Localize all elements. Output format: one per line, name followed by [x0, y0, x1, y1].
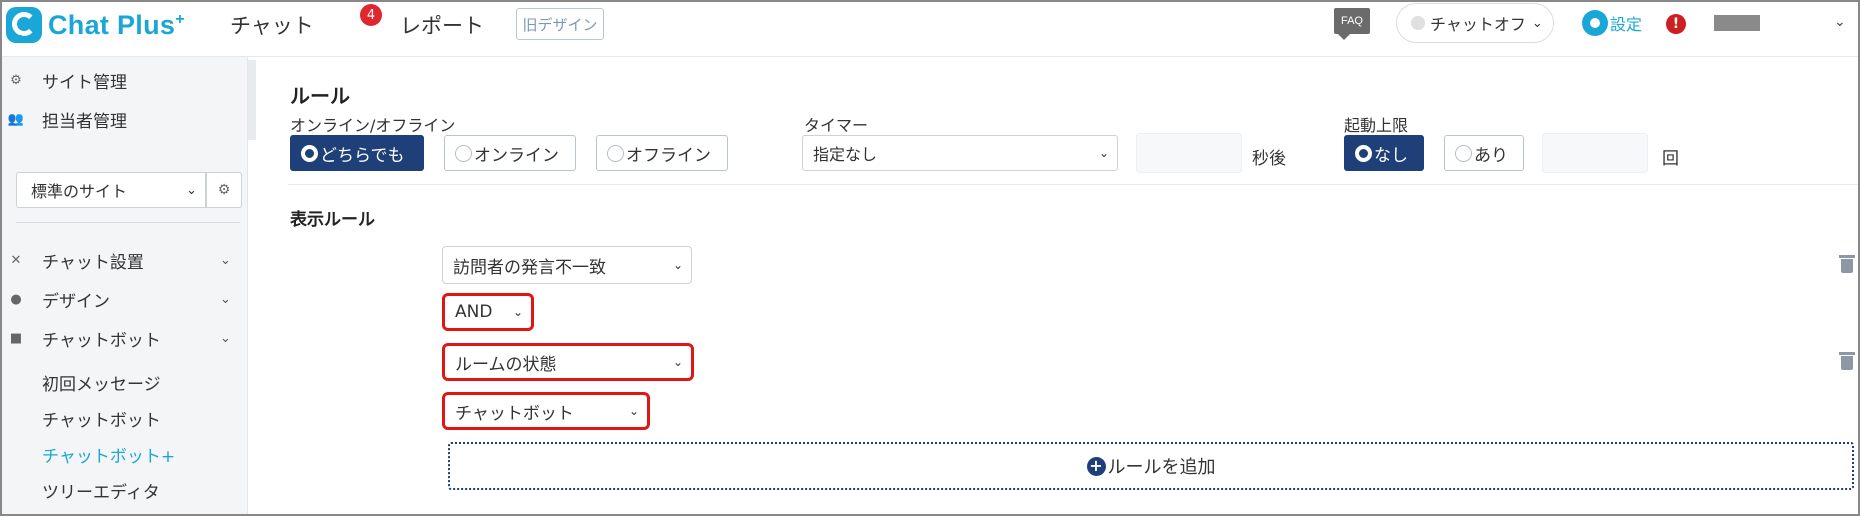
limit-option-none[interactable]: なし — [1344, 135, 1424, 171]
operator-select[interactable]: AND ⌄ — [442, 293, 534, 331]
add-rule-button[interactable]: + ルールを追加 — [448, 442, 1854, 490]
display-rule-title: 表示ルール — [290, 210, 375, 230]
status-dot-icon — [1411, 16, 1425, 30]
sidebar-item-site-management[interactable]: ⚙ サイト管理 — [2, 65, 246, 95]
chevron-down-icon: ⌄ — [220, 252, 231, 268]
chevron-down-icon: ⌄ — [1531, 15, 1543, 31]
sidebar-sub-first-message[interactable]: 初回メッセージ — [42, 370, 161, 395]
online-offline-label: オンライン/オフライン — [290, 116, 456, 135]
chat-status-label: チャットオフ — [1430, 15, 1526, 34]
sidebar-item-label: チャット設置 — [42, 252, 144, 273]
sidebar-scrollbar[interactable] — [248, 60, 256, 140]
limit-unit: 回 — [1662, 149, 1679, 169]
section-divider — [288, 184, 1858, 185]
chat-icon: ■ — [9, 330, 23, 346]
sidebar: ⚙ サイト管理 👥 担当者管理 標準のサイト ⌄ ⚙ ✕ チャット設置 ⌄ ● … — [2, 57, 248, 514]
chevron-down-icon: ⌄ — [672, 258, 683, 272]
sidebar-item-label: チャットボット — [42, 330, 161, 351]
radio-icon — [1355, 144, 1372, 162]
option-either[interactable]: どちらでも — [290, 135, 424, 171]
option-online[interactable]: オンライン — [444, 135, 576, 171]
radio-icon — [607, 144, 624, 162]
add-rule-label: ルールを追加 — [1107, 457, 1216, 478]
chevron-down-icon[interactable]: ⌄ — [1834, 14, 1846, 30]
nav-chat[interactable]: チャット — [230, 10, 314, 40]
rule1-condition-select[interactable]: 訪問者の発言不一致 ⌄ — [442, 246, 692, 284]
timer-select[interactable]: 指定なし ⌄ — [802, 135, 1118, 171]
option-label: あり — [1474, 145, 1508, 166]
timer-label: タイマー — [804, 116, 869, 135]
sidebar-sub-chatbot[interactable]: チャットボット — [42, 406, 161, 431]
plus-icon: + — [1086, 456, 1106, 476]
chevron-down-icon: ⌄ — [1098, 146, 1109, 160]
option-label: なし — [1374, 145, 1408, 166]
chat-status-dropdown[interactable]: チャットオフ ⌄ — [1396, 3, 1554, 43]
option-offline[interactable]: オフライン — [596, 135, 728, 171]
tools-icon: ✕ — [10, 252, 22, 268]
radio-icon — [301, 144, 318, 162]
sidebar-item-label: 担当者管理 — [42, 111, 127, 132]
chevron-down-icon: ⌄ — [672, 355, 683, 369]
chevron-down-icon: ⌄ — [186, 182, 197, 198]
limit-option-yes[interactable]: あり — [1444, 135, 1524, 171]
site-select-value: 標準のサイト — [31, 182, 128, 201]
sidebar-item-label: デザイン — [42, 291, 110, 312]
rule2-value-select[interactable]: チャットボット ⌄ — [442, 392, 650, 430]
radio-icon — [455, 144, 472, 162]
sidebar-sub-chatbot-plus[interactable]: チャットボット+ — [42, 442, 175, 467]
sidebar-divider — [16, 222, 240, 223]
option-label: オフライン — [626, 145, 711, 166]
chevron-down-icon: ⌄ — [628, 404, 639, 418]
user-avatar[interactable] — [1714, 15, 1760, 31]
rule1-value: 訪問者の発言不一致 — [453, 257, 606, 278]
site-settings-button[interactable]: ⚙ — [206, 172, 242, 208]
gear-icon — [1582, 10, 1608, 36]
users-icon: 👥 — [7, 111, 25, 127]
rule2-value-selected: チャットボット — [455, 403, 574, 424]
rule2-condition-select[interactable]: ルームの状態 ⌄ — [442, 343, 694, 381]
limit-label: 起動上限 — [1344, 116, 1409, 135]
trash-icon[interactable] — [1839, 255, 1855, 273]
trash-icon[interactable] — [1839, 352, 1855, 370]
gear-small-icon: ⚙ — [10, 72, 22, 88]
logo-text: Chat Plus+ — [48, 9, 185, 40]
sidebar-item-chat-setup[interactable]: ✕ チャット設置 ⌄ — [2, 245, 246, 275]
chat-plus-logo-icon — [6, 7, 42, 43]
alert-icon[interactable]: ! — [1666, 14, 1686, 34]
site-select[interactable]: 標準のサイト ⌄ — [16, 172, 206, 208]
sidebar-item-design[interactable]: ● デザイン ⌄ — [2, 284, 246, 314]
sidebar-item-label: サイト管理 — [42, 72, 127, 93]
option-label: オンライン — [474, 145, 559, 166]
chat-count-badge: 4 — [360, 4, 382, 26]
chevron-down-icon: ⌄ — [220, 291, 231, 307]
timer-select-value: 指定なし — [813, 145, 878, 164]
nav-report[interactable]: レポート — [400, 10, 484, 40]
sidebar-item-staff-management[interactable]: 👥 担当者管理 — [2, 104, 246, 134]
sidebar-sub-tree-editor[interactable]: ツリーエディタ — [42, 478, 160, 503]
settings-link[interactable]: 設定 — [1582, 10, 1642, 36]
settings-label: 設定 — [1610, 15, 1643, 34]
operator-value: AND — [455, 302, 493, 322]
timer-seconds-input[interactable] — [1136, 133, 1242, 173]
gear-small-icon: ⚙ — [217, 182, 231, 198]
timer-unit: 秒後 — [1252, 149, 1286, 169]
palette-icon: ● — [10, 291, 22, 307]
top-bar: Chat Plus+ チャット 4 レポート 旧デザイン FAQ チャットオフ … — [2, 2, 1858, 57]
faq-icon[interactable]: FAQ — [1334, 8, 1370, 40]
sidebar-item-chatbot[interactable]: ■ チャットボット ⌄ — [2, 323, 246, 353]
limit-count-input[interactable] — [1542, 133, 1648, 173]
chevron-down-icon: ⌄ — [220, 330, 231, 346]
main-content: ルール オンライン/オフライン どちらでも オンライン オフライン タイマー 指… — [258, 58, 1858, 514]
logo[interactable]: Chat Plus+ — [6, 5, 185, 45]
rule-title: ルール — [290, 84, 350, 108]
old-design-button[interactable]: 旧デザイン — [516, 8, 604, 40]
chevron-down-icon: ⌄ — [512, 305, 523, 319]
rule2-value: ルームの状態 — [455, 354, 557, 375]
option-label: どちらでも — [320, 145, 405, 166]
radio-icon — [1455, 144, 1472, 162]
